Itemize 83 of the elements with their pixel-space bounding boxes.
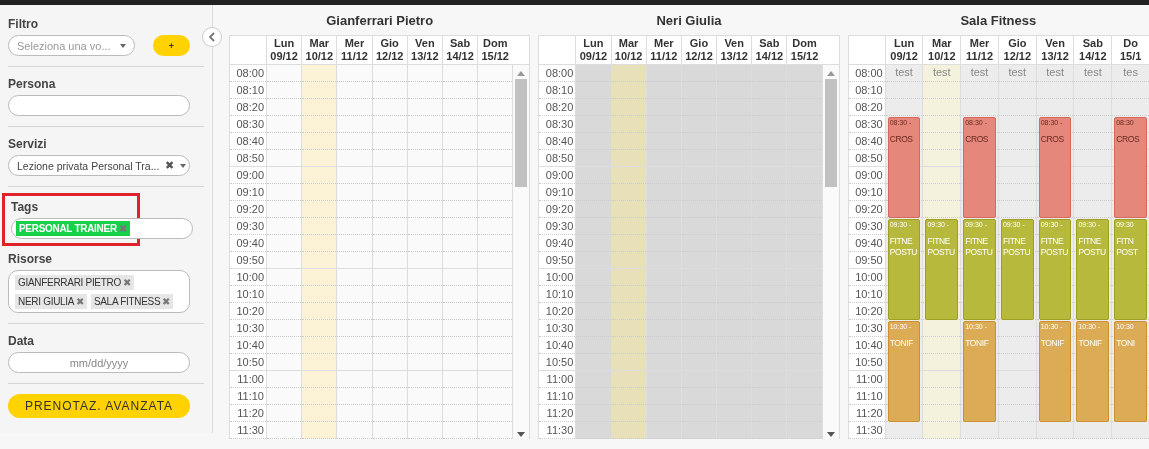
event-title: TONIF (965, 338, 990, 349)
event-title: CROS (1040, 134, 1065, 145)
time-label: 08:20 (848, 99, 885, 116)
event-title: CROS (889, 134, 914, 145)
tags-field[interactable]: PERSONAL TRAINER ✖ (11, 218, 193, 239)
field-label: Data (8, 334, 34, 348)
collapse-button[interactable] (202, 27, 222, 47)
event-title: FITN (1116, 236, 1135, 247)
event-title: FITNE (889, 236, 914, 247)
scroll-down-icon[interactable] (517, 432, 526, 437)
event-title: TONIF (889, 338, 914, 349)
time-label: 08:40 (848, 133, 885, 150)
caret-icon (120, 43, 126, 48)
note-text: test (894, 65, 914, 78)
field-label: Servizi (8, 137, 47, 151)
time-label: 10:40 (848, 337, 885, 354)
time-label: 08:30 (848, 116, 885, 133)
advanced-booking-button[interactable]: PRENOTAZ. AVANZATA (8, 394, 190, 418)
event-title: TONIF (1078, 338, 1103, 349)
time-label: 09:50 (848, 252, 885, 269)
calendar-title: Gianferrari Pietro (325, 13, 435, 28)
filter-select[interactable]: Seleziona una vo... (8, 35, 135, 56)
field-label: Tags (11, 200, 39, 214)
event-title: FITNE (965, 236, 989, 247)
resource-chip[interactable]: SALA FITNESS ✖ (90, 293, 173, 309)
time-label: 10:20 (848, 303, 885, 320)
resource-chip[interactable]: GIANFERRARI PIETRO ✖ (15, 274, 134, 290)
chevron-left-icon (208, 32, 216, 42)
event-title: POSTU (1002, 247, 1032, 258)
time-label: 08:50 (848, 150, 885, 167)
time-label: 11:20 (848, 405, 885, 422)
scroll-up-icon[interactable] (826, 71, 835, 76)
calendar-title: Neri Giulia (655, 13, 723, 28)
event-title: POST (1116, 247, 1139, 258)
person-input-field[interactable] (8, 95, 190, 116)
time-label: 10:50 (848, 354, 885, 371)
services-select[interactable]: Lezione privata Personal Tra... ✖ (8, 155, 190, 176)
time-label: 08:10 (848, 82, 885, 99)
scrollbar-thumb[interactable] (824, 79, 837, 187)
time-label: 09:30 (848, 218, 885, 235)
time-label: 09:10 (848, 184, 885, 201)
calendar-title: Sala Fitness (959, 13, 1038, 28)
note-text: test (969, 65, 990, 78)
scroll-down-icon[interactable] (826, 432, 835, 437)
caret-icon (180, 163, 187, 168)
time-label: 09:00 (848, 167, 885, 184)
event-title: FITNE (927, 236, 951, 247)
field-label: Risorse (8, 252, 53, 266)
time-label: 09:20 (848, 201, 885, 218)
field-label: Filtro (8, 17, 38, 31)
note-text: test (1007, 65, 1028, 78)
event-title: TONI (1116, 338, 1136, 349)
event-title: CROS (965, 134, 990, 145)
tag-chip[interactable]: PERSONAL TRAINER ✖ (16, 221, 130, 236)
event-title: POSTU (965, 247, 994, 258)
event-title: POSTU (927, 247, 956, 258)
note-text: test (1045, 65, 1065, 78)
note-text: tes (1122, 65, 1139, 78)
date-input-field[interactable]: mm/dd/yyyy (8, 352, 190, 373)
event-title: POSTU (889, 247, 918, 258)
time-label: 08:00 (848, 65, 885, 82)
field-label: Persona (8, 77, 56, 91)
time-label: 11:30 (848, 422, 885, 439)
time-label: 11:10 (848, 388, 885, 405)
event-title: FITNE (1078, 236, 1102, 247)
event-title: POSTU (1078, 247, 1107, 258)
event-title: POSTU (1040, 247, 1069, 258)
scrollbar-thumb[interactable] (515, 79, 528, 187)
note-text: test (931, 65, 952, 78)
resource-chip[interactable]: NERI GIULIA ✖ (15, 293, 87, 309)
event-title: TONIF (1040, 338, 1066, 349)
scroll-up-icon[interactable] (517, 71, 526, 76)
time-label: 09:40 (848, 235, 885, 252)
event-title: FITNE (1002, 236, 1027, 247)
resources-field[interactable]: GIANFERRARI PIETRO ✖ NERI GIULIA ✖ SALA FITNESS ✖ (8, 270, 190, 313)
event-title: CROS (1116, 134, 1141, 145)
time-label: 11:00 (848, 371, 885, 388)
time-label: 10:00 (848, 269, 885, 286)
add-button[interactable]: + (153, 35, 190, 56)
note-text: test (1082, 65, 1103, 78)
time-label: 10:10 (848, 286, 885, 303)
time-label: 10:30 (848, 320, 885, 337)
event-title: FITNE (1040, 236, 1065, 247)
